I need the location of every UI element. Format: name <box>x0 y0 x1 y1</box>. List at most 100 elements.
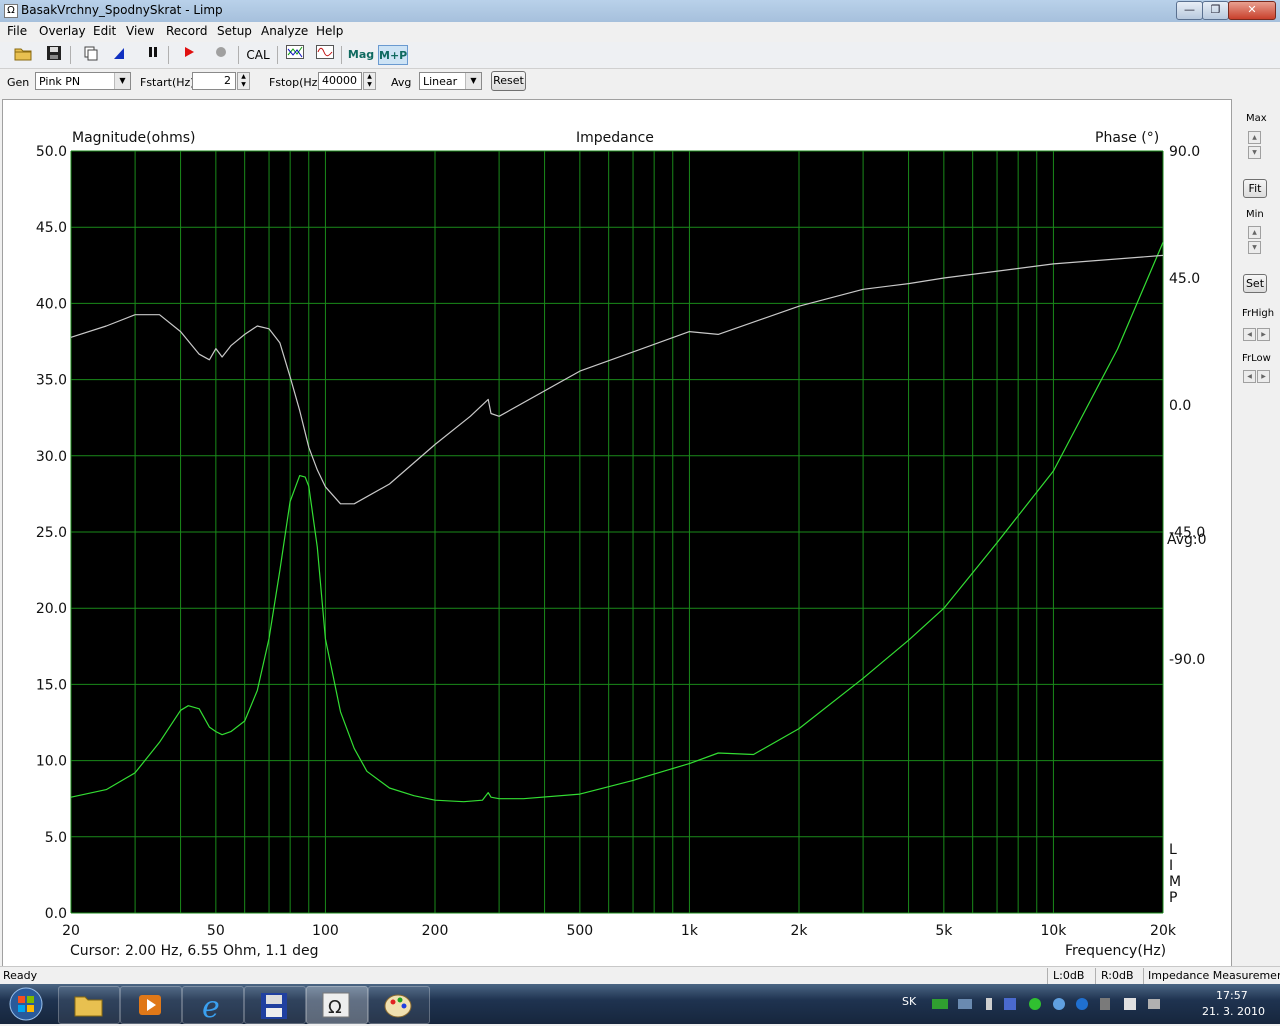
menu-record[interactable]: Record <box>166 24 207 38</box>
toolbar: CAL Mag M+P <box>0 42 1280 69</box>
y-tick-label: 10.0 <box>36 754 67 770</box>
menu-analyze[interactable]: Analyze <box>261 24 308 38</box>
x-tick-label: 2k <box>790 923 808 939</box>
y-tick-label: 5.0 <box>45 830 67 846</box>
status-mode: Impedance Measuremen <box>1148 969 1280 982</box>
reset-button[interactable]: Reset <box>491 71 526 91</box>
x-tick-label: 20k <box>1150 923 1177 939</box>
language-indicator[interactable]: SK <box>902 995 916 1008</box>
frlow-left-button[interactable]: ◀ <box>1243 370 1256 383</box>
taskbar-paint-icon[interactable] <box>368 986 430 1024</box>
max-up-button[interactable]: ▲ <box>1248 131 1261 144</box>
max-down-button[interactable]: ▼ <box>1248 146 1261 159</box>
system-tray-icons[interactable] <box>930 996 1170 1012</box>
x-tick-label: 200 <box>422 923 449 939</box>
magnitude-phase-mode-button[interactable]: M+P <box>378 45 408 65</box>
overlay-graph-icon[interactable] <box>284 45 306 65</box>
min-up-button[interactable]: ▲ <box>1248 226 1261 239</box>
y-tick-label: 15.0 <box>36 677 67 693</box>
taskbar: e Ω SK 17:57 21. 3. 2010 <box>0 984 1280 1025</box>
open-folder-icon[interactable] <box>12 45 34 65</box>
menu-file[interactable]: File <box>7 24 27 38</box>
x-tick-label: 1k <box>681 923 699 939</box>
taskbar-internet-explorer-icon[interactable]: e <box>182 986 244 1025</box>
status-left-gain: L:0dB <box>1053 969 1085 982</box>
menu-bar: File Overlay Edit View Record Setup Anal… <box>0 22 1280 42</box>
maximize-button[interactable]: ❐ <box>1202 1 1229 20</box>
averaging-select[interactable]: Linear ▼ <box>419 72 482 90</box>
fstart-stepper[interactable]: ▲ ▼ <box>237 72 250 90</box>
status-right-gain: R:0dB <box>1101 969 1134 982</box>
copy-icon[interactable] <box>80 45 102 65</box>
taskbar-limp-icon[interactable]: Ω <box>306 986 368 1024</box>
fstop-label: Fstop(Hz) <box>269 76 322 89</box>
pause-icon[interactable] <box>142 45 164 65</box>
y-tick-label: 0.0 <box>45 906 67 922</box>
menu-view[interactable]: View <box>126 24 154 38</box>
start-button[interactable] <box>6 986 46 1022</box>
y2-tick-label: 90.0 <box>1169 144 1200 160</box>
y-tick-label: 40.0 <box>36 296 67 312</box>
chevron-down-icon[interactable]: ▼ <box>465 73 481 89</box>
menu-help[interactable]: Help <box>316 24 343 38</box>
save-icon[interactable] <box>43 45 65 65</box>
taskbar-save-disk-icon[interactable] <box>244 986 306 1024</box>
impedance-chart[interactable]: 0.0 5.0 10.0 15.0 20.0 25.0 30.0 35.0 40.0 45.0 50… <box>3 100 1231 966</box>
y2-tick-label: -90.0 <box>1169 652 1205 668</box>
taskbar-media-player-icon[interactable] <box>120 986 182 1024</box>
set-button[interactable]: Set <box>1243 274 1267 293</box>
marker-flag-icon[interactable] <box>108 45 130 65</box>
taskbar-explorer-icon[interactable] <box>58 986 120 1024</box>
app-icon[interactable]: Ω <box>4 4 18 18</box>
avg-label: Avg <box>391 76 412 89</box>
generator-select[interactable]: Pink PN ▼ <box>35 72 131 90</box>
magnitude-mode-button[interactable]: Mag <box>347 45 375 65</box>
min-down-button[interactable]: ▼ <box>1248 241 1261 254</box>
svg-text:Ω: Ω <box>328 997 342 1018</box>
y-tick-label: 25.0 <box>36 525 67 541</box>
chevron-down-icon[interactable]: ▼ <box>114 73 130 89</box>
menu-edit[interactable]: Edit <box>93 24 116 38</box>
y2-tick-label: 45.0 <box>1169 271 1200 287</box>
gen-label: Gen <box>7 76 30 89</box>
max-label: Max <box>1246 113 1267 124</box>
generator-settings-bar: Gen Pink PN ▼ Fstart(Hz) 2 ▲ ▼ Fstop(Hz) … <box>0 69 1280 97</box>
fstop-input[interactable]: 40000 <box>318 72 362 90</box>
calibrate-button[interactable]: CAL <box>245 45 271 65</box>
x-axis-title: Frequency(Hz) <box>1065 943 1167 959</box>
play-icon[interactable] <box>178 45 200 65</box>
menu-overlay[interactable]: Overlay <box>39 24 86 38</box>
frhigh-right-button[interactable]: ▶ <box>1257 328 1270 341</box>
limp-vertical-label: L I M P <box>1169 842 1182 906</box>
status-bar: Ready L:0dB R:0dB Impedance Measuremen <box>0 966 1280 985</box>
frlow-right-button[interactable]: ▶ <box>1257 370 1270 383</box>
record-icon[interactable] <box>210 45 232 65</box>
y2-tick-label: 0.0 <box>1169 398 1191 414</box>
y-tick-label: 20.0 <box>36 601 67 617</box>
x-tick-label: 20 <box>62 923 80 939</box>
fstop-stepper[interactable]: ▲ ▼ <box>363 72 376 90</box>
x-tick-label: 50 <box>207 923 225 939</box>
fstart-label: Fstart(Hz) <box>140 76 195 89</box>
avg-counter: Avg:0 <box>1167 532 1207 548</box>
title-bar[interactable]: Ω BasakVrchny_SpodnySkrat - Limp — ❐ ✕ <box>0 0 1280 23</box>
x-tick-label: 100 <box>312 923 339 939</box>
clock-time[interactable]: 17:57 <box>1216 989 1248 1002</box>
status-ready: Ready <box>3 969 38 982</box>
x-tick-label: 5k <box>935 923 953 939</box>
frhigh-left-button[interactable]: ◀ <box>1243 328 1256 341</box>
cursor-readout: Cursor: 2.00 Hz, 6.55 Ohm, 1.1 deg <box>70 943 319 959</box>
impedance-plot-panel: Magnitude(ohms) Impedance Phase (°) 0.0 5… <box>2 99 1232 967</box>
waveform-icon[interactable] <box>314 45 336 65</box>
clock-date[interactable]: 21. 3. 2010 <box>1202 1005 1265 1018</box>
minimize-button[interactable]: — <box>1176 1 1203 20</box>
svg-text:e: e <box>202 990 220 1023</box>
fstart-input[interactable]: 2 <box>192 72 236 90</box>
scale-control-panel: Max ▲ ▼ Fit Min ▲ ▼ Set FrHigh ◀ ▶ FrLow… <box>1232 99 1280 965</box>
fit-button[interactable]: Fit <box>1243 179 1267 198</box>
min-label: Min <box>1246 209 1264 220</box>
menu-setup[interactable]: Setup <box>217 24 252 38</box>
window-title: BasakVrchny_SpodnySkrat - Limp <box>21 3 223 17</box>
y-tick-label: 50.0 <box>36 144 67 160</box>
close-button[interactable]: ✕ <box>1228 1 1276 20</box>
